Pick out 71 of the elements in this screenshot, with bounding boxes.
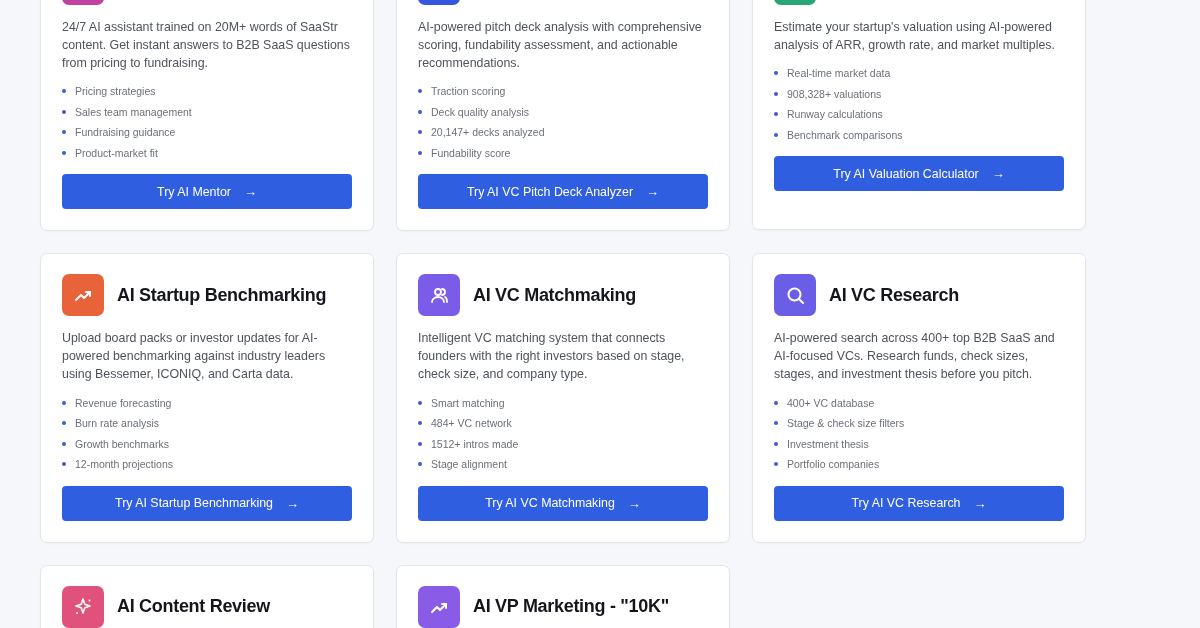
card-description: Upload board packs or investor updates for AI-powered benchmarking against industry leaders using Bessemer, ICONIQ, and Carta data. xyxy=(62,330,327,384)
card-description: 24/7 AI assistant trained on 20M+ words of SaaStr content. Get instant answers to B2B SaaS questions from pricing to fundraising. xyxy=(62,19,351,72)
card-title: AI Startup Benchmarking xyxy=(117,284,327,306)
card-title: AI VP Marketing - "10K" xyxy=(473,596,669,618)
bullet-dot-icon xyxy=(418,130,422,135)
card-title: AI Content Review xyxy=(117,596,270,618)
feature-item: Product-market fit xyxy=(75,147,158,160)
feature-item: Benchmark comparisons xyxy=(787,129,903,142)
feature-item: Stage & check size filters xyxy=(787,417,905,430)
bullet-dot-icon xyxy=(418,151,422,156)
card-description: Intelligent VC matching system that connects founders with the right investors based on stage, check size, and company type. xyxy=(418,330,686,384)
bullet-dot-icon xyxy=(418,109,422,114)
bullet-dot-icon xyxy=(62,462,66,467)
bullet-dot-icon xyxy=(774,91,778,96)
arrow-right-icon: → xyxy=(627,495,641,511)
bullet-dot-icon xyxy=(62,109,66,114)
arrow-right-icon: → xyxy=(285,495,299,511)
bullet-dot-icon xyxy=(774,441,778,446)
card-description: AI-powered pitch deck analysis with comprehensive scoring, fundability assessment, and actionable recommendations. xyxy=(418,19,703,72)
bullet-dot-icon xyxy=(774,112,778,117)
bullet-dot-icon xyxy=(62,130,66,135)
card-title: AI VC Research xyxy=(829,284,959,306)
card-description: Estimate your startup's valuation using AI-powered analysis of ARR, growth rate, and market multiples. xyxy=(774,19,1056,54)
try-tool-button[interactable]: Try AI Valuation Calculator → xyxy=(774,156,1064,192)
feature-item: Investment thesis xyxy=(787,437,869,450)
bullet-dot-icon xyxy=(774,71,778,76)
feature-item: Burn rate analysis xyxy=(75,417,160,430)
bullet-dot-icon xyxy=(774,400,778,405)
feature-item: Traction scoring xyxy=(431,85,506,98)
arrow-right-icon: → xyxy=(243,184,257,200)
bullet-dot-icon xyxy=(774,421,778,426)
bullet-dot-icon xyxy=(774,133,778,138)
feature-item: Revenue forecasting xyxy=(75,396,172,409)
bullet-dot-icon xyxy=(62,89,66,94)
feature-item: Stage alignment xyxy=(431,458,507,471)
feature-item: 908,328+ valuations xyxy=(787,87,882,100)
feature-item: Pricing strategies xyxy=(75,85,156,98)
feature-item: Fundraising guidance xyxy=(75,126,176,139)
feature-item: Fundability score xyxy=(431,147,511,160)
bullet-dot-icon xyxy=(62,400,66,405)
try-tool-button[interactable]: Try AI VC Research → xyxy=(774,485,1064,521)
feature-item: 484+ VC network xyxy=(431,417,512,430)
try-tool-button[interactable]: Try AI VC Pitch Deck Analyzer → xyxy=(418,174,708,210)
feature-item: Sales team management xyxy=(75,105,192,118)
feature-item: Portfolio companies xyxy=(787,458,880,471)
feature-item: Smart matching xyxy=(431,396,505,409)
feature-item: Growth benchmarks xyxy=(75,437,169,450)
bullet-dot-icon xyxy=(62,441,66,446)
bullet-dot-icon xyxy=(418,462,422,467)
card-description: AI-powered search across 400+ top B2B SaaS and AI-focused VCs. Research funds, check sizes, stages, and investment thesis before you pitch. xyxy=(774,330,1056,384)
bullet-dot-icon xyxy=(418,89,422,94)
try-tool-button[interactable]: Try AI Mentor → xyxy=(62,174,352,210)
bullet-dot-icon xyxy=(62,151,66,156)
try-tool-button[interactable]: Try AI VC Matchmaking → xyxy=(418,485,708,521)
feature-item: 20,147+ decks analyzed xyxy=(431,126,545,139)
bullet-dot-icon xyxy=(62,421,66,426)
feature-item: Deck quality analysis xyxy=(431,105,530,118)
bullet-dot-icon xyxy=(418,441,422,446)
try-tool-button[interactable]: Try AI Startup Benchmarking → xyxy=(62,485,352,521)
feature-item: 400+ VC database xyxy=(787,396,875,409)
card-title: AI VC Matchmaking xyxy=(473,284,636,306)
feature-item: 1512+ intros made xyxy=(431,437,519,450)
arrow-right-icon: → xyxy=(646,184,660,200)
feature-item: Real-time market data xyxy=(787,67,891,80)
bullet-dot-icon xyxy=(418,421,422,426)
feature-item: Runway calculations xyxy=(787,108,883,121)
bullet-dot-icon xyxy=(774,462,778,467)
feature-item: 12-month projections xyxy=(75,458,174,471)
arrow-right-icon: → xyxy=(973,495,987,511)
bullet-dot-icon xyxy=(418,400,422,405)
arrow-right-icon: → xyxy=(991,166,1005,182)
